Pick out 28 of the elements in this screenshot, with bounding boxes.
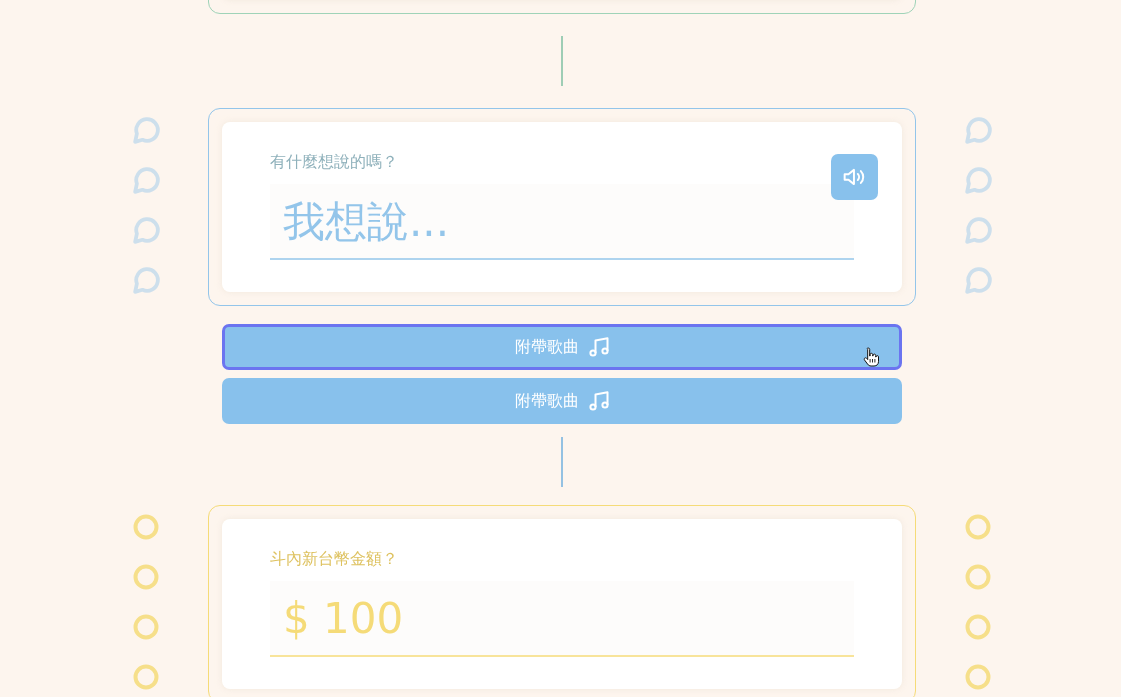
speaker-button[interactable]	[831, 154, 878, 200]
connector-line	[561, 437, 563, 487]
attach-song-button[interactable]: 附帶歌曲	[222, 378, 902, 424]
answer-field[interactable]: $ 100	[270, 581, 854, 657]
ring-icon	[133, 614, 159, 640]
speech-bubble-icon	[132, 216, 160, 244]
music-note-icon	[588, 337, 610, 357]
speech-bubble-icon	[132, 166, 160, 194]
question-label: 有什麼想說的嗎？	[270, 152, 398, 172]
speech-bubble-icon	[964, 116, 992, 144]
music-note-icon	[588, 391, 610, 411]
speech-bubble-icon	[964, 216, 992, 244]
ring-icon	[965, 514, 991, 540]
speech-bubble-icon	[964, 266, 992, 294]
ring-icon	[965, 614, 991, 640]
speaker-icon	[843, 168, 866, 186]
speech-bubble-icon	[132, 266, 160, 294]
ring-icon	[133, 514, 159, 540]
question-label: 斗內新台幣金額？	[270, 549, 398, 569]
ring-icon	[965, 664, 991, 690]
ring-icon	[133, 564, 159, 590]
ring-icon	[965, 564, 991, 590]
connector-line	[561, 36, 563, 86]
speech-bubble-icon	[132, 116, 160, 144]
answer-field[interactable]: 我想說...	[270, 184, 854, 260]
attach-song-button[interactable]: 附帶歌曲	[222, 324, 902, 370]
speech-bubble-icon	[964, 166, 992, 194]
ring-icon	[133, 664, 159, 690]
